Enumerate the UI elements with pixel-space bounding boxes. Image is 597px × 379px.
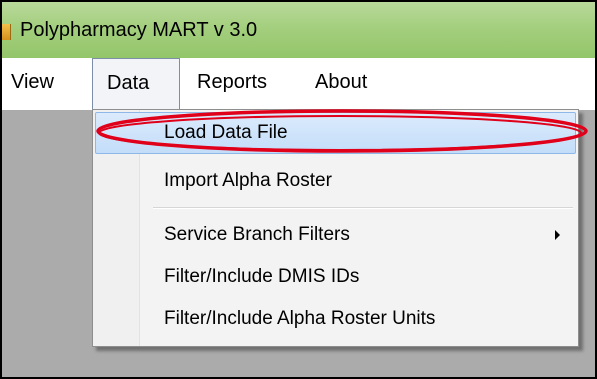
menu-item-load-data-file[interactable]: Load Data File [95,112,576,154]
menu-bar: View Data Reports About [2,58,595,110]
menu-item-label: Load Data File [164,122,288,143]
menu-reports-label: Reports [197,71,268,93]
menu-item-label: Filter/Include Alpha Roster Units [164,308,436,329]
menu-data-label: Data [107,72,150,94]
menu-data[interactable]: Data [92,58,180,110]
menu-item-label: Service Branch Filters [164,224,350,245]
window-title: Polypharmacy MART v 3.0 [20,19,258,41]
menu-separator [153,207,573,209]
menu-about-label: About [315,71,368,93]
menu-reports[interactable]: Reports [197,58,287,106]
menu-item-filter-include-alpha-roster-units[interactable]: Filter/Include Alpha Roster Units [95,298,576,340]
menu-about[interactable]: About [315,58,395,106]
submenu-arrow-icon [555,230,560,240]
menu-item-service-branch-filters[interactable]: Service Branch Filters [95,214,576,256]
data-dropdown-menu: Load Data File Import Alpha Roster Servi… [92,109,579,347]
application-window: Polypharmacy MART v 3.0 View Data Report… [0,0,597,379]
menu-item-import-alpha-roster[interactable]: Import Alpha Roster [95,160,576,202]
menu-view[interactable]: View [11,58,71,106]
menu-item-label: Filter/Include DMIS IDs [164,266,360,287]
app-icon [2,24,11,40]
title-bar[interactable]: Polypharmacy MART v 3.0 [2,2,595,58]
menu-item-label: Import Alpha Roster [164,170,332,191]
menu-item-filter-include-dmis-ids[interactable]: Filter/Include DMIS IDs [95,256,576,298]
menu-view-label: View [11,71,54,93]
